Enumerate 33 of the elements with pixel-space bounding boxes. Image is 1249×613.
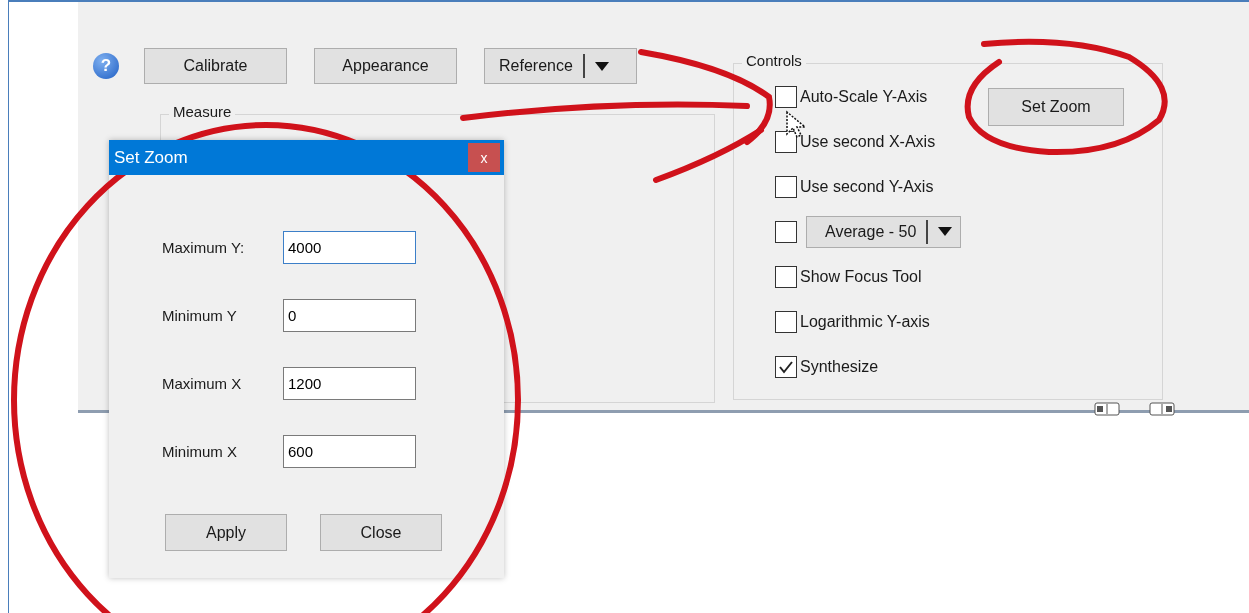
split-button[interactable]: Reference: [484, 48, 637, 84]
input-field[interactable]: 1200: [283, 367, 416, 400]
checkbox[interactable]: [775, 355, 797, 378]
checkbox[interactable]: [775, 310, 797, 333]
checkbox[interactable]: [775, 85, 797, 108]
input-field[interactable]: 4000: [283, 231, 416, 264]
group-title: Controls: [742, 52, 806, 69]
checkbox-label: Logarithmic Y-axis: [800, 312, 930, 331]
field-label: Maximum X: [162, 375, 243, 392]
average-dropdown[interactable]: Average - 50: [806, 215, 961, 248]
checkbox-label: Show Focus Tool: [800, 267, 922, 286]
dialog-button[interactable]: Close: [320, 514, 442, 551]
window-close-button[interactable]: x: [468, 143, 500, 172]
input-field[interactable]: 600: [283, 435, 416, 468]
checkbox[interactable]: [775, 265, 797, 288]
checkbox[interactable]: [775, 175, 797, 198]
field-label: Maximum Y:: [162, 239, 246, 256]
checkbox-label: Use second Y-Axis: [800, 177, 934, 196]
checkbox[interactable]: [775, 220, 797, 243]
panel-toggle-icon[interactable]: [1094, 402, 1120, 416]
checkbox-label: Use second X-Axis: [800, 132, 936, 151]
dialog-button[interactable]: Apply: [165, 514, 287, 551]
checkbox-label: Auto-Scale Y-Axis: [800, 87, 928, 106]
toolbar-button[interactable]: Calibrate: [144, 48, 287, 84]
toolbar-button[interactable]: Appearance: [314, 48, 457, 84]
panel-toggle-icon[interactable]: [1149, 402, 1175, 416]
checkbox[interactable]: [775, 130, 797, 153]
dialog-title: Set Zoom: [114, 147, 188, 168]
input-field[interactable]: 0: [283, 299, 416, 332]
field-label: Minimum X: [162, 443, 238, 460]
set-zoom-button[interactable]: Set Zoom: [988, 88, 1124, 126]
checkbox-label: Synthesize: [800, 357, 879, 376]
field-label: Minimum Y: [162, 307, 238, 324]
